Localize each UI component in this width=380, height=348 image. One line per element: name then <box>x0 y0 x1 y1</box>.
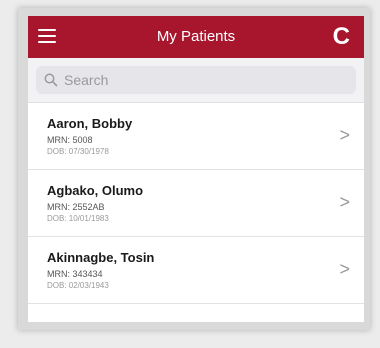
navigation-bar: My Patients C <box>28 16 364 58</box>
patient-dob: DOB: 07/30/1978 <box>47 147 109 156</box>
patient-dob: DOB: 10/01/1983 <box>47 214 109 223</box>
patient-row[interactable]: Agbako, Olumo MRN: 2552AB DOB: 10/01/198… <box>28 170 364 237</box>
chevron-right-icon: > <box>339 259 350 279</box>
patient-mrn: MRN: 343434 <box>47 269 103 279</box>
search-bar <box>28 58 364 103</box>
patient-row[interactable]: Akinnagbe, Tosin MRN: 343434 DOB: 02/03/… <box>28 237 364 304</box>
patient-name: Agbako, Olumo <box>47 183 144 198</box>
page-title: My Patients <box>156 28 236 45</box>
patient-row[interactable]: Aaron, Bobby MRN: 5008 DOB: 07/30/1978 > <box>28 103 364 170</box>
patient-list: Aaron, Bobby MRN: 5008 DOB: 07/30/1978 >… <box>28 103 364 304</box>
patient-dob: DOB: 02/03/1943 <box>47 281 109 290</box>
search-box[interactable] <box>36 66 356 94</box>
patient-name: Aaron, Bobby <box>47 116 133 131</box>
chevron-right-icon: > <box>339 192 350 212</box>
chevron-right-icon: > <box>339 125 350 145</box>
app-screen: My Patients C Aaron, Bobby MRN: 5008 DOB… <box>28 16 364 322</box>
device-frame: My Patients C Aaron, Bobby MRN: 5008 DOB… <box>18 8 370 330</box>
refresh-icon[interactable]: C <box>333 23 350 51</box>
search-input[interactable] <box>62 71 326 89</box>
patient-mrn: MRN: 2552AB <box>47 202 105 212</box>
patient-name: Akinnagbe, Tosin <box>47 250 155 265</box>
patient-mrn: MRN: 5008 <box>47 135 93 145</box>
search-icon <box>44 73 58 87</box>
